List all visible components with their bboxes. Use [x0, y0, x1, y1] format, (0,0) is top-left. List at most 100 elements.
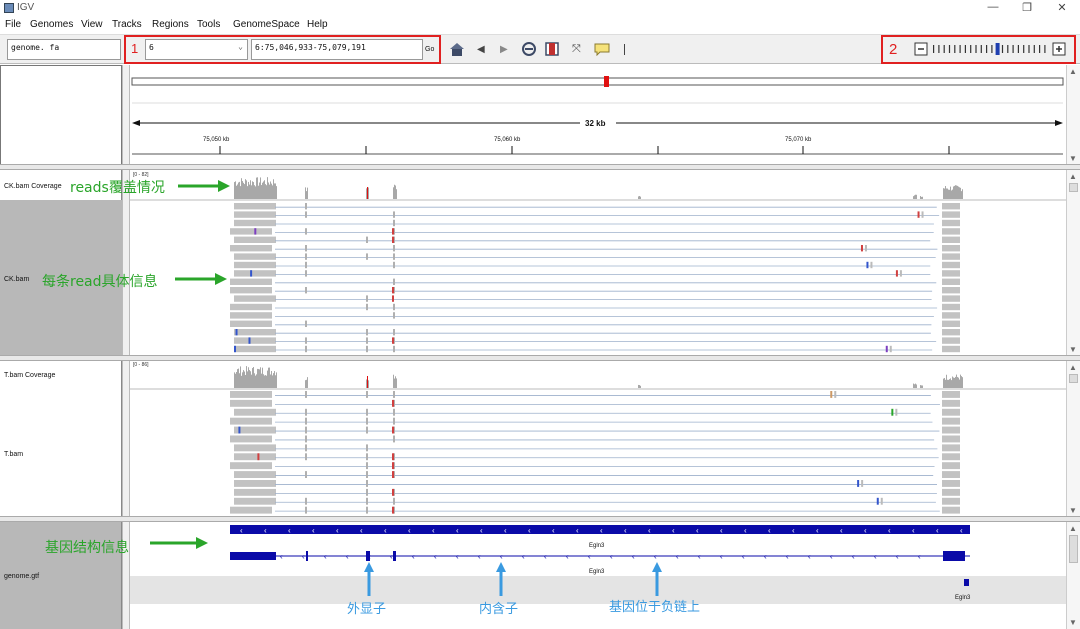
read-block	[942, 417, 960, 425]
coverage-bar	[270, 181, 271, 199]
read-block	[942, 506, 960, 514]
zoom-tick	[959, 45, 961, 53]
coverage-bar	[271, 371, 272, 388]
scroll-thumb[interactable]	[1069, 535, 1078, 563]
coverage-bar	[266, 185, 267, 199]
coverage-bar	[915, 194, 916, 199]
coverage-bar	[306, 191, 307, 199]
popup-text-icon[interactable]	[594, 43, 610, 56]
coverage-bar	[261, 185, 262, 199]
mismatch-mark	[392, 471, 394, 478]
read-block	[305, 453, 307, 461]
strand-arrow: ‹	[808, 552, 811, 561]
strand-arrow: ‹	[600, 526, 603, 535]
refresh-icon[interactable]	[521, 42, 537, 57]
gtf-track-name[interactable]: genome.gtf	[4, 573, 39, 580]
ruler-scrollbar[interactable]: ▲ ▼	[1066, 65, 1080, 165]
t-bam-track-name[interactable]: T.bam	[4, 451, 23, 458]
annotation-intron: 内含子	[479, 602, 519, 617]
coverage-bar	[306, 379, 307, 388]
mismatch-mark	[899, 270, 902, 277]
scroll-thumb[interactable]	[1069, 183, 1078, 192]
read-block	[942, 203, 960, 210]
coverage-bar	[267, 177, 268, 199]
coverage-bar	[234, 182, 235, 199]
scroll-down-icon[interactable]: ▼	[1069, 506, 1077, 515]
coverage-bar	[640, 196, 641, 199]
menu-tools[interactable]: Tools	[197, 19, 220, 30]
read-block	[305, 497, 307, 505]
coverage-bar	[247, 186, 248, 199]
read-block	[305, 444, 307, 452]
scroll-up-icon[interactable]: ▲	[1069, 172, 1077, 181]
mismatch-mark	[257, 453, 260, 461]
annotation-gene-structure: 基因结构信息	[45, 540, 129, 556]
mismatch-mark	[864, 245, 867, 252]
coverage-bar	[959, 187, 960, 199]
scroll-down-icon[interactable]: ▼	[1069, 618, 1077, 627]
coverage-bar	[639, 385, 640, 388]
menu-genomespace[interactable]: GenomeSpace	[233, 19, 300, 30]
coverage-bar	[954, 377, 955, 388]
scroll-down-icon[interactable]: ▼	[1069, 154, 1077, 163]
home-icon[interactable]	[449, 42, 465, 57]
read-block	[234, 329, 276, 336]
ck-bam-track-name[interactable]: CK.bam	[4, 276, 29, 283]
coverage-bar	[922, 385, 923, 388]
scroll-down-icon[interactable]: ▼	[1069, 345, 1077, 354]
menu-regions[interactable]: Regions	[152, 19, 189, 30]
ruler-panel	[131, 76, 1064, 155]
ruler-tick-label: 75,070 kb	[785, 137, 812, 143]
scroll-up-icon[interactable]: ▲	[1069, 67, 1077, 76]
menu-genomes[interactable]: Genomes	[30, 19, 73, 30]
read-block	[942, 497, 960, 505]
minimize-button[interactable]: —	[983, 1, 1003, 13]
read-block	[393, 261, 395, 269]
close-button[interactable]: ✕	[1052, 1, 1072, 14]
read-block	[366, 453, 368, 461]
coverage-bar	[265, 184, 266, 199]
back-icon[interactable]: ◀	[477, 44, 485, 55]
coverage-bar	[264, 375, 265, 388]
region-of-interest-icon[interactable]	[545, 42, 559, 57]
forward-icon[interactable]: ▶	[500, 44, 508, 55]
menu-tracks[interactable]: Tracks	[112, 19, 142, 30]
mismatch-mark	[392, 399, 394, 407]
zoom-slider[interactable]	[914, 42, 1067, 57]
coverage-bar	[251, 374, 252, 388]
t-scrollbar[interactable]: ▲ ▼	[1066, 361, 1080, 517]
scroll-thumb[interactable]	[1069, 374, 1078, 383]
resize-to-window-icon[interactable]: ⤧	[572, 43, 581, 56]
read-block	[305, 426, 307, 434]
coverage-bar	[396, 378, 397, 388]
strand-arrow: ‹	[610, 552, 613, 561]
strand-arrow: ‹	[324, 552, 327, 561]
t-coverage-track-name[interactable]: T.bam Coverage	[4, 372, 55, 379]
scroll-up-icon[interactable]: ▲	[1069, 363, 1077, 372]
menu-view[interactable]: View	[81, 19, 103, 30]
ck-coverage-track-name[interactable]: CK.bam Coverage	[4, 183, 62, 190]
coverage-bar	[945, 379, 946, 388]
coverage-bar	[246, 366, 247, 388]
gtf-scrollbar[interactable]: ▲ ▼	[1066, 522, 1080, 629]
maximize-button[interactable]: ❐	[1017, 1, 1037, 14]
menu-file[interactable]: File	[5, 19, 21, 30]
read-block	[234, 408, 276, 416]
coverage-bar	[253, 182, 254, 199]
locus-highlight-box	[124, 35, 441, 64]
strand-arrow: ‹	[654, 552, 657, 561]
scroll-up-icon[interactable]: ▲	[1069, 524, 1077, 533]
coverage-bar	[240, 186, 241, 199]
genome-select[interactable]: genome. fa	[7, 39, 121, 60]
strand-arrow: ‹	[936, 526, 939, 535]
coverage-bar	[234, 372, 235, 388]
coverage-bar	[257, 177, 258, 199]
menu-help[interactable]: Help	[307, 19, 328, 30]
strand-arrow: ‹	[478, 552, 481, 561]
read-block	[305, 506, 307, 514]
ck-scrollbar[interactable]: ▲ ▼	[1066, 170, 1080, 356]
read-block	[393, 253, 395, 260]
coverage-bar	[260, 177, 261, 199]
strand-arrow: ‹	[264, 526, 267, 535]
read-block	[942, 228, 960, 235]
